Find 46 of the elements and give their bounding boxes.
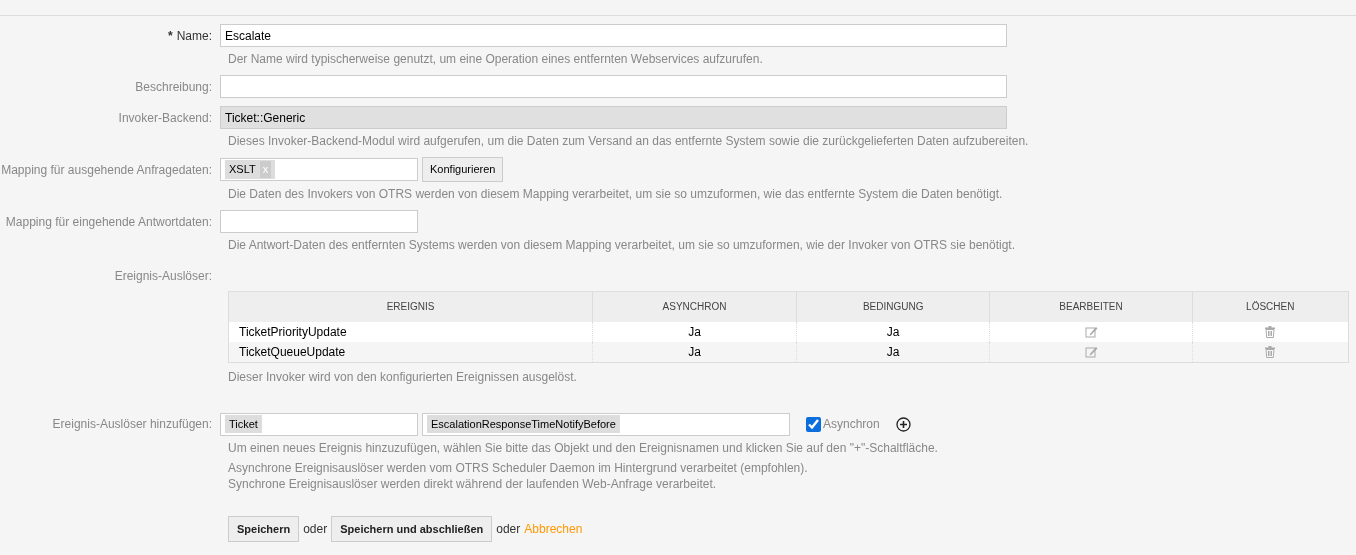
column-header: BEARBEITEN [990, 291, 1193, 322]
tag-field[interactable] [220, 210, 418, 233]
save-button[interactable]: Speichern [228, 515, 300, 542]
trash-icon[interactable] [1265, 346, 1276, 359]
text-field[interactable] [220, 75, 1007, 98]
separator-text: oder [303, 520, 328, 538]
field-label: Mapping für eingehende Antwortdaten: [5, 214, 212, 229]
help-text: Asynchrone Ereignisauslöser werden vom OTRS Scheduler Daemon im Hintergrund verarbeitet (empfohlen). Synchrone Ereignisauslöser werden direkt während der laufenden Web-Anfrage verarbeitet. [228, 459, 809, 492]
required-mark: * [168, 28, 173, 43]
column-header: BEDINGUNG [796, 291, 990, 322]
column-header: ASYNCHRON [592, 291, 797, 322]
selected-value: EscalationResponseTimeNotifyBefore [427, 414, 620, 434]
help-text: Dieser Invoker wird von den konfigurierten Ereignissen ausgelöst. [228, 368, 578, 385]
save-button[interactable]: Speichern und abschließen [331, 515, 493, 542]
select-field[interactable]: EscalationResponseTimeNotifyBefore [422, 412, 790, 436]
help-text: Dieses Invoker-Backend-Modul wird aufgerufen, um die Daten zum Versand an das entfernte System sowie die zurückgelieferten Daten aufzubereiten. [228, 133, 1030, 149]
help-text: Die Antwort-Daten des entfernten Systems werden von diesem Mapping verarbeitet, um sie so umzuformen, wie der Invoker von OTRS sie benötigt. [228, 237, 1017, 253]
table-cell: Ja [796, 321, 990, 342]
table-cell: Ja [796, 341, 990, 362]
table-cell: Ja [592, 321, 797, 342]
field-label: Invoker-Backend: [118, 110, 212, 125]
field-label: Name: [176, 28, 212, 43]
separator-text: oder [496, 520, 521, 538]
trash-icon[interactable] [1265, 326, 1276, 339]
column-header: EREIGNIS [228, 291, 593, 322]
field-label: Ereignis-Auslöser: [114, 269, 212, 283]
checkbox-label: Asynchron [823, 416, 880, 433]
text-field[interactable]: Escalate [220, 24, 1007, 47]
field-label: Beschreibung: [135, 79, 212, 94]
help-text: Der Name wird typischerweise genutzt, um eine Operation eines entfernten Webservices aufzurufen. [228, 51, 764, 67]
add-icon[interactable] [895, 416, 911, 432]
configure-button[interactable]: Konfigurieren [422, 157, 504, 182]
select-field[interactable]: Ticket::Generic [220, 106, 1007, 129]
selected-value: Ticket [225, 414, 262, 434]
help-text: Um einen neues Ereignis hinzuzufügen, wählen Sie bitte das Objekt und den Ereignisnamen und klicken Sie auf den "+"-Schaltfläche. [228, 439, 939, 456]
select-field[interactable]: Ticket [220, 412, 418, 436]
table-cell: TicketQueueUpdate [228, 341, 593, 362]
field-label: Mapping für ausgehende Anfragedaten: [1, 162, 212, 177]
async-checkbox[interactable] [806, 416, 821, 432]
field-label: Ereignis-Auslöser hinzufügen: [52, 417, 212, 431]
edit-icon[interactable] [1084, 346, 1098, 359]
table-cell: TicketPriorityUpdate [228, 321, 593, 342]
help-text: Die Daten des Invokers von OTRS werden von diesem Mapping verarbeitet, um sie so umzuformen, wie das entfernte System die Daten benötigt. [228, 186, 1004, 202]
edit-icon[interactable] [1084, 326, 1098, 339]
table-cell: Ja [592, 341, 797, 362]
column-header: LÖSCHEN [1192, 291, 1349, 322]
